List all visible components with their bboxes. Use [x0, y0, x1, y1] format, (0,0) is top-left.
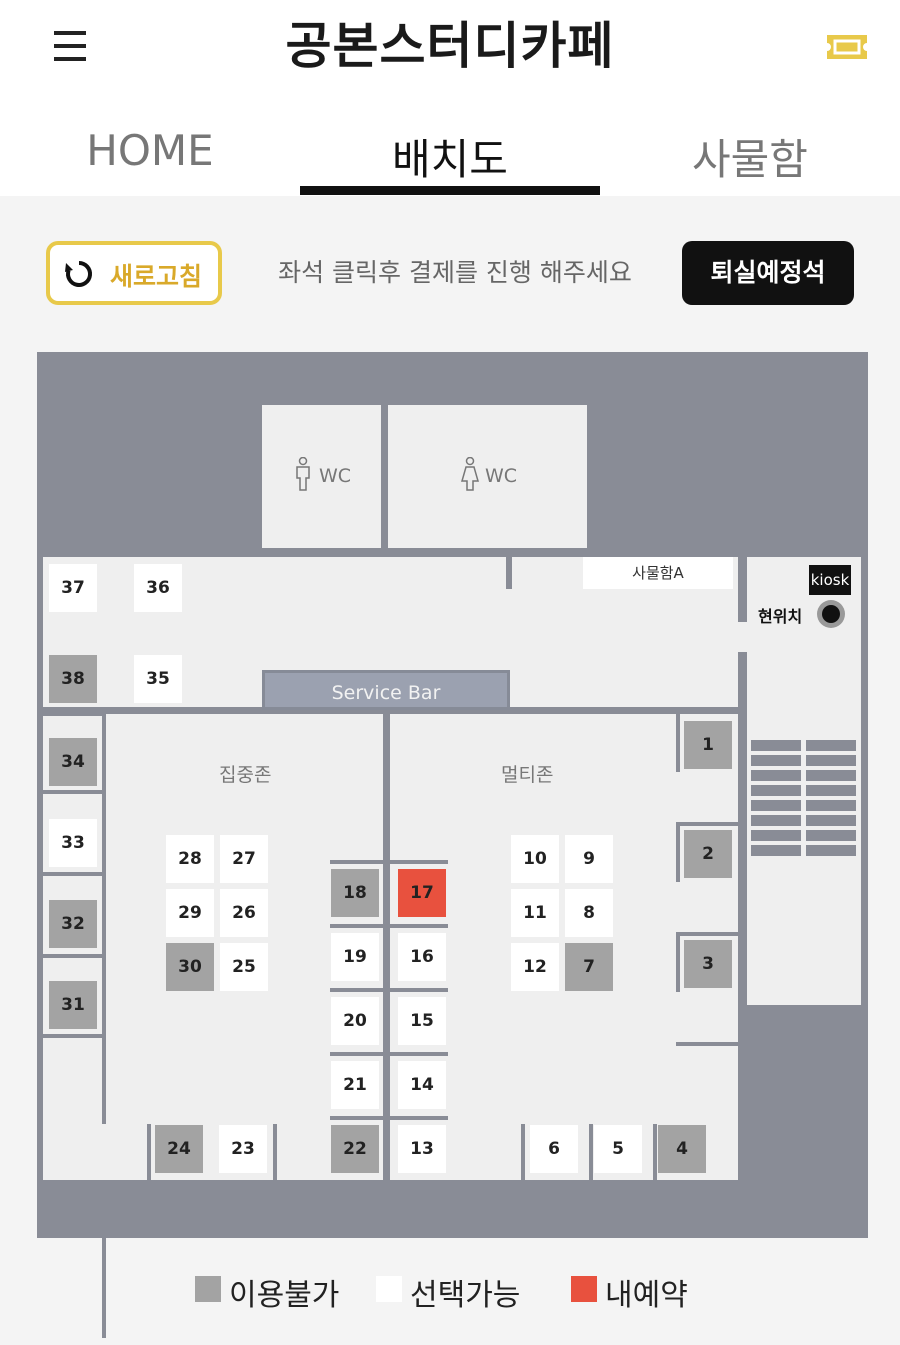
seat[interactable]: 4	[658, 1125, 706, 1173]
legend-swatch-mine	[571, 1276, 597, 1302]
seat[interactable]: 31	[49, 981, 97, 1029]
seat[interactable]: 22	[331, 1125, 379, 1173]
tab-seat-map[interactable]: 배치도	[300, 126, 600, 187]
seat[interactable]: 21	[331, 1061, 379, 1109]
tab-locker[interactable]: 사물함	[600, 126, 900, 187]
seat[interactable]: 12	[511, 943, 559, 991]
legend-label: 이용불가	[229, 1278, 340, 1313]
seat[interactable]: 15	[398, 997, 446, 1045]
seat-map: WC WC Service Bar 사물함A kiosk 현위치 집중존 멀티존…	[37, 352, 868, 1338]
seat[interactable]: 10	[511, 835, 559, 883]
seat[interactable]: 7	[565, 943, 613, 991]
app-header: 공본스터디카페	[0, 0, 900, 100]
seat[interactable]: 24	[155, 1125, 203, 1173]
active-tab-indicator	[300, 186, 600, 195]
seat[interactable]: 11	[511, 889, 559, 937]
seat[interactable]: 27	[220, 835, 268, 883]
male-icon	[296, 457, 310, 491]
refresh-icon	[65, 260, 92, 287]
seat[interactable]: 9	[565, 835, 613, 883]
seat[interactable]: 26	[220, 889, 268, 937]
seat[interactable]: 14	[398, 1061, 446, 1109]
seat[interactable]: 6	[530, 1125, 578, 1173]
seat[interactable]: 17	[398, 869, 446, 917]
refresh-label: 새로고침	[110, 262, 203, 291]
female-icon	[461, 457, 479, 491]
current-position-label: 현위치	[758, 607, 803, 626]
checkout-seats-button[interactable]: 퇴실예정석	[682, 241, 854, 305]
seat[interactable]: 25	[220, 943, 268, 991]
seat-map-page: 새로고침 좌석 클릭후 결제를 진행 해주세요 퇴실예정석 WC WC Serv…	[0, 196, 900, 1345]
seat[interactable]: 29	[166, 889, 214, 937]
seat[interactable]: 13	[398, 1125, 446, 1173]
main-tabs: HOME 배치도 사물함	[0, 100, 900, 196]
wc-male-room: WC	[262, 405, 381, 548]
seat[interactable]: 35	[134, 655, 182, 703]
seat[interactable]: 36	[134, 564, 182, 612]
seat[interactable]: 28	[166, 835, 214, 883]
wc-female-label: WC	[485, 465, 518, 487]
seat[interactable]: 3	[684, 940, 732, 988]
seat[interactable]: 30	[166, 943, 214, 991]
service-bar: Service Bar	[262, 670, 510, 710]
seat[interactable]: 1	[684, 721, 732, 769]
seat-legend: 이용불가 선택가능 내예약	[0, 1270, 900, 1313]
seat[interactable]: 33	[49, 819, 97, 867]
seat[interactable]: 8	[565, 889, 613, 937]
wc-male-label: WC	[319, 465, 352, 487]
seat[interactable]: 20	[331, 997, 379, 1045]
legend-swatch-unavailable	[195, 1276, 221, 1302]
seat[interactable]: 23	[219, 1125, 267, 1173]
locker-a-area[interactable]: 사물함A	[583, 557, 733, 589]
wc-female-room: WC	[388, 405, 587, 548]
refresh-button[interactable]: 새로고침	[46, 241, 222, 305]
seat[interactable]: 32	[49, 900, 97, 948]
brand-title: 공본스터디카페	[285, 17, 615, 75]
seat[interactable]: 2	[684, 830, 732, 878]
current-position-icon	[817, 600, 845, 628]
seat[interactable]: 19	[331, 933, 379, 981]
seat[interactable]: 5	[594, 1125, 642, 1173]
seat[interactable]: 38	[49, 655, 97, 703]
seat[interactable]: 37	[49, 564, 97, 612]
seat[interactable]: 34	[49, 738, 97, 786]
legend-label: 선택가능	[410, 1278, 521, 1313]
zone-focus-label: 집중존	[219, 764, 272, 786]
legend-label: 내예약	[605, 1278, 688, 1313]
kiosk-marker: kiosk	[809, 565, 851, 595]
seat[interactable]: 18	[331, 869, 379, 917]
guide-text: 좌석 클릭후 결제를 진행 해주세요	[278, 258, 632, 287]
ticket-icon[interactable]	[824, 32, 870, 62]
legend-swatch-available	[376, 1276, 402, 1302]
zone-multi-label: 멀티존	[501, 764, 554, 786]
tab-home[interactable]: HOME	[0, 126, 300, 175]
seat[interactable]: 16	[398, 933, 446, 981]
